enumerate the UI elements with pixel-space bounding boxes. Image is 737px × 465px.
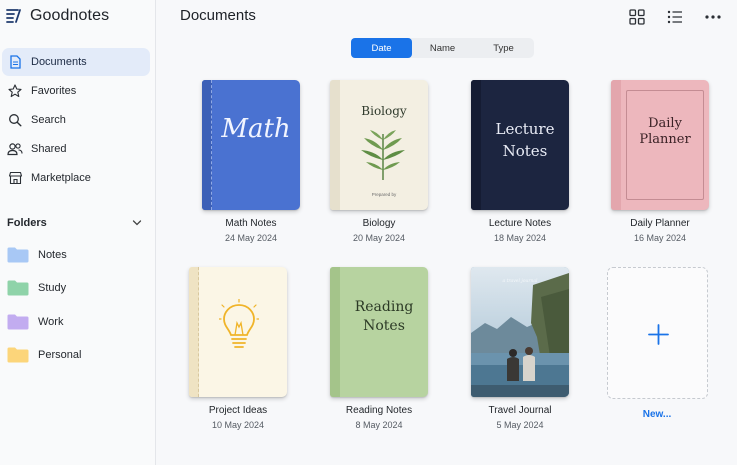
sidebar-item-search[interactable]: Search bbox=[2, 106, 150, 134]
folder-icon bbox=[7, 247, 29, 263]
document-date: 5 May 2024 bbox=[496, 420, 544, 430]
search-icon bbox=[7, 112, 23, 128]
lightbulb-icon bbox=[219, 299, 259, 348]
cover-title-line2: Planner bbox=[639, 132, 691, 147]
document-icon bbox=[7, 54, 23, 70]
document-name: Project Ideas bbox=[208, 405, 268, 416]
sidebar-item-label: Search bbox=[31, 114, 66, 126]
main-content: Documents Date Name Type Math Math Notes… bbox=[157, 0, 737, 465]
folder-item-study[interactable]: Study bbox=[7, 277, 147, 299]
document-name: Reading Notes bbox=[345, 405, 413, 416]
folder-icon bbox=[7, 314, 29, 330]
new-document-label[interactable]: New... bbox=[602, 409, 712, 420]
document-card-reading-notes[interactable]: Reading Notes Reading Notes 8 May 2024 bbox=[324, 267, 434, 430]
sidebar-item-favorites[interactable]: Favorites bbox=[2, 77, 150, 105]
folder-item-notes[interactable]: Notes bbox=[7, 244, 147, 266]
folder-label: Personal bbox=[38, 349, 82, 361]
folders-header[interactable]: Folders bbox=[7, 214, 142, 232]
document-date: 10 May 2024 bbox=[211, 420, 265, 430]
page-title: Documents bbox=[180, 7, 256, 24]
app-brand[interactable]: Goodnotes bbox=[6, 6, 109, 26]
notebook-cover[interactable]: a travel journal bbox=[471, 267, 569, 397]
cover-title-line2: Notes bbox=[363, 318, 405, 334]
more-options-button[interactable] bbox=[703, 8, 723, 26]
document-date: 16 May 2024 bbox=[633, 233, 687, 243]
document-date: 18 May 2024 bbox=[493, 233, 547, 243]
more-icon bbox=[705, 15, 721, 19]
document-card-biology[interactable]: Biology Prepared by Biology 20 May 2024 bbox=[324, 80, 434, 243]
notebook-cover[interactable]: Daily Planner bbox=[611, 80, 709, 210]
people-icon bbox=[7, 141, 23, 157]
sort-segmented-control: Date Name Type bbox=[351, 38, 534, 58]
cover-title: Biology bbox=[361, 104, 407, 118]
document-name: Travel Journal bbox=[488, 405, 552, 416]
cover-title: Math bbox=[221, 114, 291, 144]
notebook-cover[interactable]: Reading Notes bbox=[330, 267, 428, 397]
notebook-cover[interactable]: Biology Prepared by bbox=[330, 80, 428, 210]
document-name: Biology bbox=[362, 218, 396, 229]
sort-option-date[interactable]: Date bbox=[351, 38, 412, 58]
folder-label: Work bbox=[38, 316, 64, 328]
grid-icon bbox=[629, 9, 645, 25]
store-icon bbox=[7, 170, 23, 186]
document-card-daily-planner[interactable]: Daily Planner Daily Planner 16 May 2024 bbox=[605, 80, 715, 243]
cover-title-line2: Notes bbox=[502, 142, 548, 160]
sidebar-item-label: Shared bbox=[31, 143, 67, 155]
document-card-travel-journal[interactable]: a travel journal Travel Journal 5 May 20… bbox=[465, 267, 575, 430]
cover-caption: a travel journal bbox=[502, 279, 538, 284]
star-icon bbox=[7, 83, 23, 99]
cover-title-line1: Daily bbox=[648, 116, 682, 131]
document-name: Daily Planner bbox=[630, 218, 690, 229]
sidebar-item-documents[interactable]: Documents bbox=[2, 48, 150, 76]
document-card-lecture-notes[interactable]: Lecture Notes Lecture Notes 18 May 2024 bbox=[465, 80, 575, 243]
goodnotes-logo-icon bbox=[6, 9, 21, 23]
document-card-project-ideas[interactable]: Project Ideas 10 May 2024 bbox=[183, 267, 293, 430]
sidebar-item-marketplace[interactable]: Marketplace bbox=[2, 164, 150, 192]
toolbar bbox=[627, 8, 723, 26]
notebook-cover[interactable]: Math bbox=[202, 80, 300, 210]
notebook-cover[interactable]: Lecture Notes bbox=[471, 80, 569, 210]
new-document-card[interactable]: New... bbox=[602, 267, 712, 420]
sidebar-nav: Documents Favorites Search Shared Market… bbox=[0, 48, 156, 193]
sidebar-item-label: Marketplace bbox=[31, 172, 91, 184]
chevron-down-icon[interactable] bbox=[132, 214, 142, 232]
leaf-illustration-icon bbox=[361, 130, 405, 180]
document-date: 20 May 2024 bbox=[352, 233, 406, 243]
folder-item-personal[interactable]: Personal bbox=[7, 344, 147, 366]
notebook-cover[interactable] bbox=[189, 267, 287, 397]
cover-title-line1: Reading bbox=[354, 299, 414, 315]
list-icon bbox=[667, 10, 682, 24]
landscape-photo-icon bbox=[471, 267, 569, 397]
grid-view-button[interactable] bbox=[627, 8, 647, 26]
folder-icon bbox=[7, 280, 29, 296]
folder-label: Study bbox=[38, 282, 67, 294]
app-name: Goodnotes bbox=[30, 7, 110, 24]
folder-label: Notes bbox=[38, 249, 67, 261]
sidebar: Goodnotes Documents Favorites Search Sha… bbox=[0, 0, 156, 465]
document-date: 8 May 2024 bbox=[355, 420, 403, 430]
folder-item-work[interactable]: Work bbox=[7, 311, 147, 333]
document-card-math-notes[interactable]: Math Math Notes 24 May 2024 bbox=[196, 80, 306, 243]
folder-icon bbox=[7, 347, 29, 363]
sidebar-item-shared[interactable]: Shared bbox=[2, 135, 150, 163]
document-name: Lecture Notes bbox=[488, 218, 552, 229]
cover-subtext: Prepared by bbox=[371, 192, 397, 197]
document-date: 24 May 2024 bbox=[224, 233, 278, 243]
document-name: Math Notes bbox=[225, 218, 277, 229]
sidebar-item-label: Favorites bbox=[31, 85, 77, 97]
plus-icon bbox=[647, 324, 669, 345]
folders-title: Folders bbox=[7, 217, 47, 229]
sort-option-name[interactable]: Name bbox=[412, 38, 473, 58]
new-document-button[interactable] bbox=[606, 267, 708, 399]
sort-option-type[interactable]: Type bbox=[473, 38, 534, 58]
sidebar-item-label: Documents bbox=[31, 56, 87, 68]
list-view-button[interactable] bbox=[665, 8, 685, 26]
cover-title-line1: Lecture bbox=[495, 120, 555, 138]
